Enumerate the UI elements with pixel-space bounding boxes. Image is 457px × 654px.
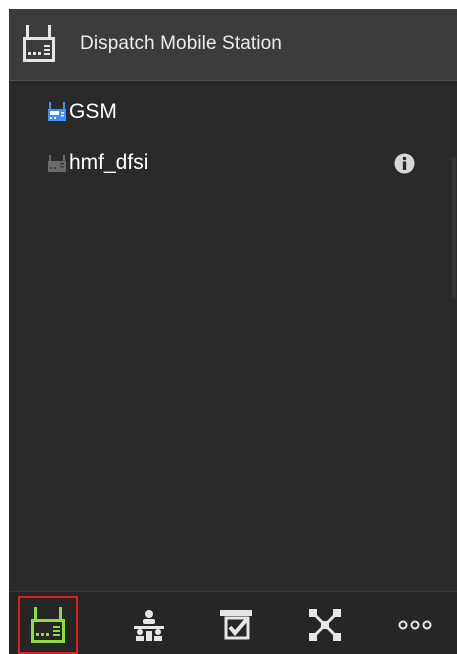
radio-station-icon (23, 25, 55, 62)
network-icon (309, 609, 341, 641)
list-item-label: hmf_dfsi (69, 151, 149, 174)
radio-station-icon (48, 155, 66, 172)
tab-network[interactable] (295, 596, 355, 654)
tab-mobile-station[interactable] (18, 596, 78, 654)
tab-checklist[interactable] (206, 596, 266, 654)
group-icon (134, 610, 164, 641)
tab-groups[interactable] (119, 596, 179, 654)
more-icon (398, 620, 432, 630)
list-item-hmf-dfsi[interactable]: hmf_dfsi (47, 148, 415, 178)
station-list[interactable]: GSM hmf_dfsi (9, 81, 457, 591)
scrollbar[interactable] (452, 157, 456, 297)
list-item-label: GSM (69, 100, 117, 123)
bottom-tab-bar (9, 591, 457, 654)
tab-more[interactable] (385, 596, 445, 654)
page-title: Dispatch Mobile Station (80, 33, 282, 54)
radio-station-icon (48, 102, 66, 121)
header-bar: Dispatch Mobile Station (9, 9, 457, 81)
radio-station-icon (31, 607, 65, 643)
checkbox-icon (220, 610, 252, 640)
app-frame: Dispatch Mobile Station GSM hmf_dfsi (9, 9, 457, 654)
list-item-gsm[interactable]: GSM (47, 97, 407, 127)
info-icon[interactable] (394, 153, 415, 174)
